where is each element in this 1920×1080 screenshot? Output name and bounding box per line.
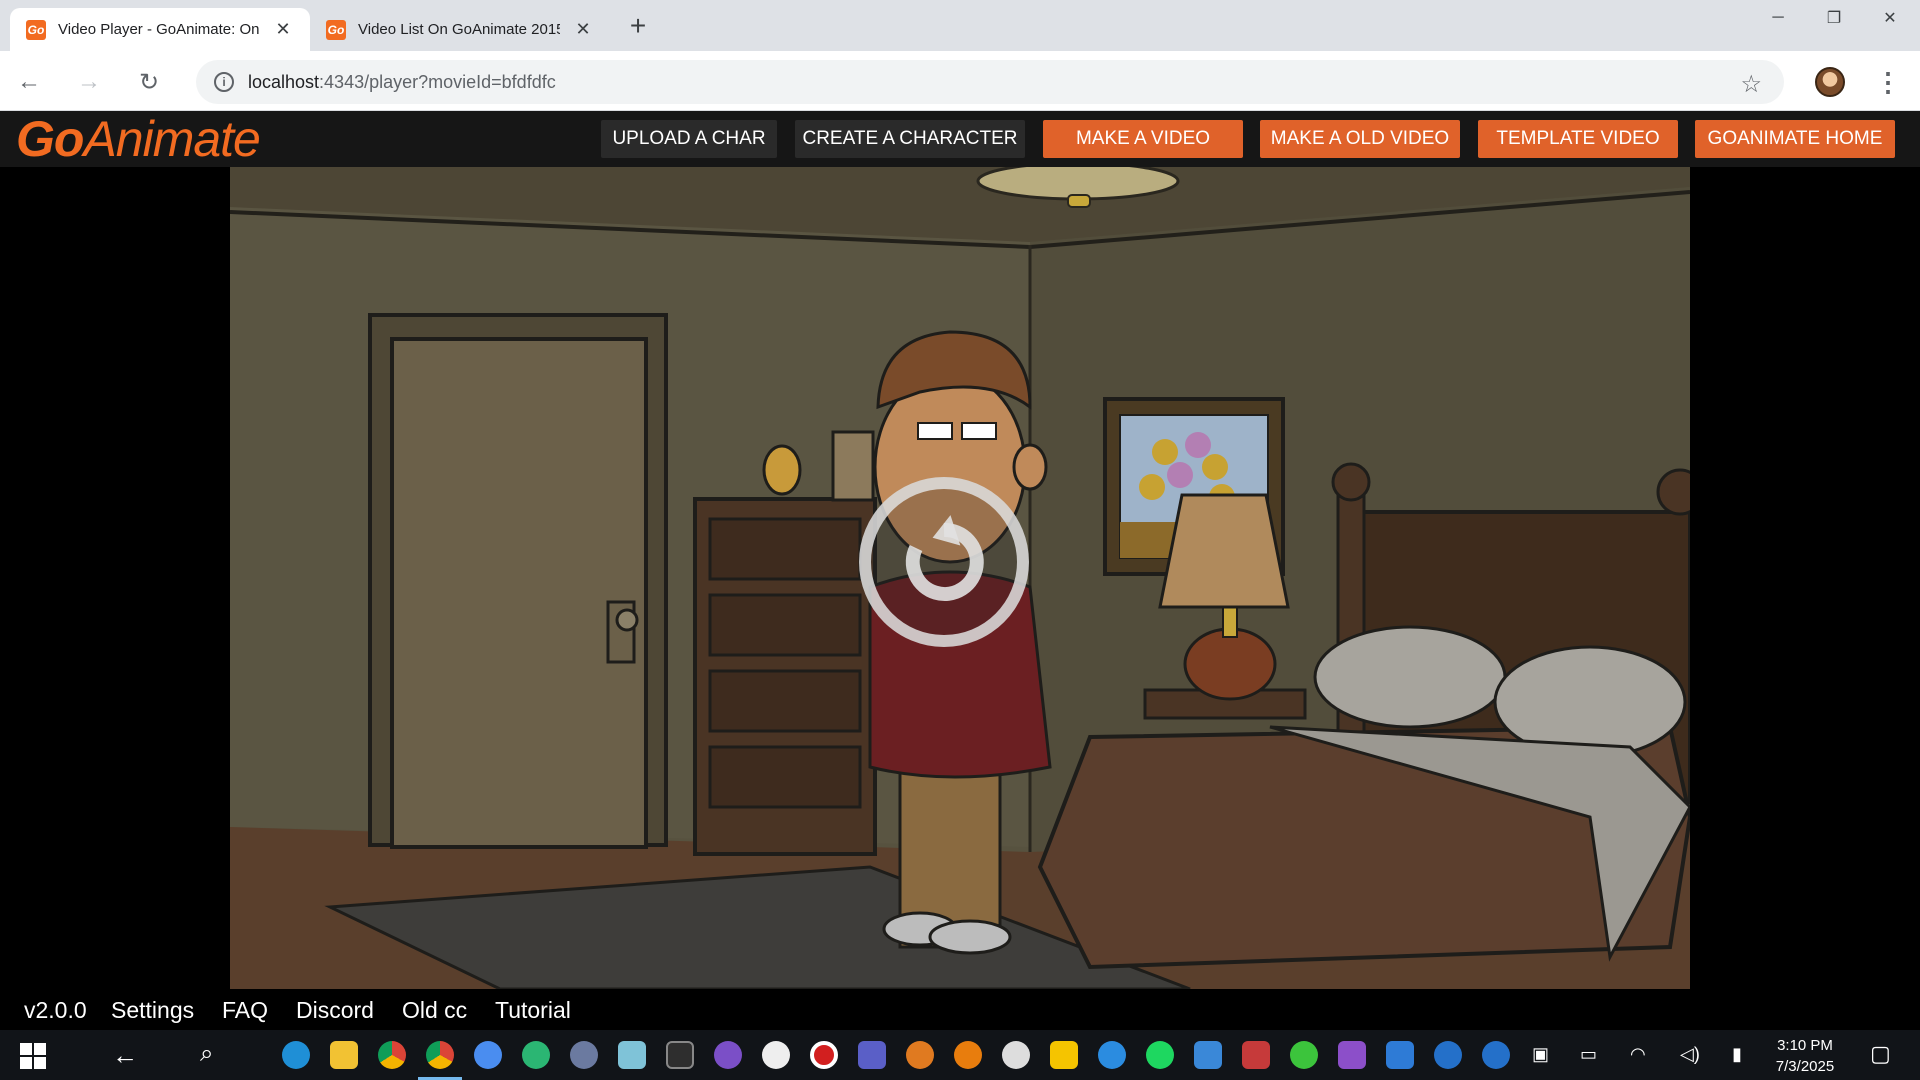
windows-taskbar: ← ⌕ ▣ ▭ ◠ ◁) ▮ 3:10 PM 7/3/2025 ▢ bbox=[0, 1030, 1920, 1080]
version-label: v2.0.0 bbox=[24, 997, 87, 1023]
goanimate-favicon-icon: Go bbox=[26, 19, 46, 40]
site-info-icon[interactable]: i bbox=[214, 72, 234, 92]
volume-icon[interactable]: ◁) bbox=[1680, 1044, 1700, 1065]
tutorial-link[interactable]: Tutorial bbox=[495, 997, 571, 1024]
taskbar-clock[interactable]: 3:10 PM 7/3/2025 bbox=[1762, 1035, 1848, 1077]
create-character-button[interactable]: CREATE A CHARACTER bbox=[795, 120, 1025, 158]
upload-char-button[interactable]: UPLOAD A CHAR bbox=[601, 120, 777, 158]
meet-now-icon[interactable]: ▣ bbox=[1532, 1044, 1549, 1065]
tab-video-list[interactable]: Go Video List On GoAnimate 2015 ✕ bbox=[310, 8, 610, 51]
clock-time: 3:10 PM bbox=[1777, 1037, 1833, 1054]
ffdec-second-icon[interactable] bbox=[1482, 1041, 1510, 1069]
url-host: localhost bbox=[248, 71, 320, 92]
goanimate-home-button[interactable]: GOANIMATE HOME bbox=[1695, 120, 1895, 158]
record-icon[interactable] bbox=[810, 1041, 838, 1069]
spotify-icon[interactable] bbox=[1146, 1041, 1174, 1069]
faq-link[interactable]: FAQ bbox=[222, 997, 268, 1024]
winrar-icon[interactable] bbox=[1242, 1041, 1270, 1069]
search-icon[interactable]: ⌕ bbox=[200, 1040, 213, 1068]
replay-button[interactable] bbox=[859, 477, 1029, 647]
woo-app-icon[interactable] bbox=[1386, 1041, 1414, 1069]
video-player bbox=[0, 167, 1920, 989]
browser-tabstrip: Go Video Player - GoAnimate: Onl ✕ Go Vi… bbox=[0, 0, 1920, 51]
edge-dev-icon[interactable] bbox=[1098, 1041, 1126, 1069]
settings-link[interactable]: Settings bbox=[111, 997, 194, 1024]
video-editor-icon[interactable] bbox=[1338, 1041, 1366, 1069]
edge-beta-icon[interactable] bbox=[522, 1041, 550, 1069]
new-tab-button[interactable]: + bbox=[622, 10, 654, 42]
tab-title: Video List On GoAnimate 2015 bbox=[358, 21, 560, 38]
battery-icon[interactable]: ▭ bbox=[1580, 1044, 1597, 1065]
chrome-icon[interactable] bbox=[378, 1041, 406, 1069]
blender-icon[interactable] bbox=[954, 1041, 982, 1069]
terminal-icon[interactable] bbox=[666, 1041, 694, 1069]
ffdec-icon[interactable] bbox=[1434, 1041, 1462, 1069]
tab-title: Video Player - GoAnimate: Onl bbox=[58, 21, 260, 38]
clock-app-icon[interactable] bbox=[762, 1041, 790, 1069]
clock-date: 7/3/2025 bbox=[1775, 1058, 1835, 1075]
gear-icon[interactable] bbox=[1002, 1041, 1030, 1069]
file-explorer-icon[interactable] bbox=[330, 1041, 358, 1069]
taskbar-back-icon[interactable]: ← bbox=[112, 1040, 138, 1071]
goanimate-logo[interactable]: GoAnimate bbox=[16, 114, 261, 164]
back-arrow-icon[interactable]: ← bbox=[12, 65, 46, 99]
notepad-icon[interactable] bbox=[618, 1041, 646, 1069]
video-frame[interactable] bbox=[230, 167, 1690, 989]
photos-icon[interactable] bbox=[1194, 1041, 1222, 1069]
edge-icon[interactable] bbox=[282, 1041, 310, 1069]
replay-icon bbox=[905, 515, 984, 601]
reload-icon[interactable]: ↻ bbox=[132, 65, 166, 99]
forward-arrow-icon[interactable]: → bbox=[72, 65, 106, 99]
close-icon[interactable]: ✕ bbox=[272, 19, 294, 41]
network-icon[interactable]: ◠ bbox=[1630, 1044, 1646, 1065]
address-bar[interactable]: i localhost:4343/player?movieId=bfdfdfc … bbox=[196, 60, 1784, 104]
teams-icon[interactable] bbox=[858, 1041, 886, 1069]
bookmark-star-icon[interactable]: ☆ bbox=[1740, 70, 1762, 99]
browser-toolbar: ← → ↻ i localhost:4343/player?movieId=bf… bbox=[0, 51, 1920, 111]
url-path: :4343/player?movieId=bfdfdfc bbox=[319, 71, 556, 92]
chrome-canary-icon[interactable] bbox=[474, 1041, 502, 1069]
old-cc-link[interactable]: Old cc bbox=[402, 997, 467, 1024]
fl-studio-icon[interactable] bbox=[906, 1041, 934, 1069]
github-icon[interactable] bbox=[714, 1041, 742, 1069]
discord-link[interactable]: Discord bbox=[296, 997, 374, 1024]
sticky-notes-icon[interactable] bbox=[1050, 1041, 1078, 1069]
minimize-icon[interactable]: ─ bbox=[1750, 0, 1806, 36]
goanimate-favicon-icon: Go bbox=[326, 19, 346, 40]
restore-icon[interactable]: ❐ bbox=[1806, 0, 1862, 36]
close-icon[interactable]: ✕ bbox=[572, 19, 594, 41]
windows-start-icon[interactable] bbox=[20, 1043, 46, 1069]
android-app-icon[interactable] bbox=[1290, 1041, 1318, 1069]
electron-icon[interactable] bbox=[570, 1041, 598, 1069]
make-a-video-button[interactable]: MAKE A VIDEO bbox=[1043, 120, 1243, 158]
microphone-icon[interactable]: ▮ bbox=[1732, 1044, 1742, 1065]
make-a-old-video-button[interactable]: MAKE A OLD VIDEO bbox=[1260, 120, 1460, 158]
template-video-button[interactable]: TEMPLATE VIDEO bbox=[1478, 120, 1678, 158]
notification-center-icon[interactable]: ▢ bbox=[1870, 1041, 1891, 1067]
tab-video-player[interactable]: Go Video Player - GoAnimate: Onl ✕ bbox=[10, 8, 310, 51]
chrome-active-icon[interactable] bbox=[426, 1041, 454, 1069]
site-footer: v2.0.0 Settings FAQ Discord Old cc Tutor… bbox=[0, 989, 1920, 1030]
profile-avatar[interactable] bbox=[1815, 67, 1845, 97]
browser-menu-icon[interactable]: ⋮ bbox=[1875, 67, 1901, 97]
window-close-icon[interactable]: ✕ bbox=[1862, 0, 1918, 36]
site-header: GoAnimate UPLOAD A CHAR CREATE A CHARACT… bbox=[0, 111, 1920, 167]
